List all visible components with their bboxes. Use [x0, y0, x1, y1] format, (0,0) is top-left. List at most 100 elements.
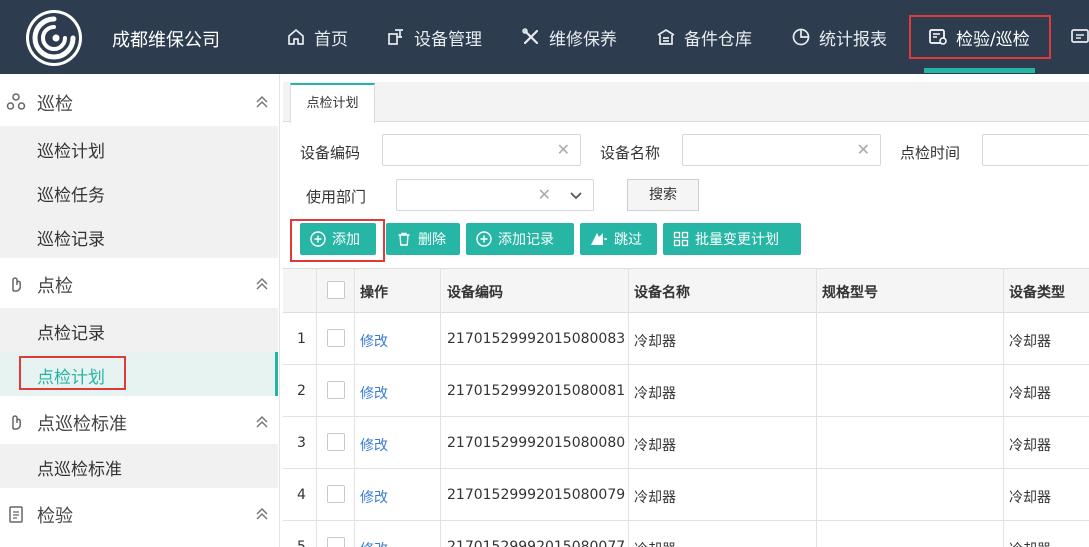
nav-warehouse[interactable]: 备件仓库: [656, 0, 752, 74]
device-name-input[interactable]: ✕: [682, 134, 881, 166]
skip-button[interactable]: 跳过: [580, 223, 657, 255]
column-divider: [316, 269, 317, 547]
clear-icon[interactable]: ✕: [538, 185, 551, 204]
edit-link[interactable]: 修改: [360, 331, 388, 351]
check-time-input[interactable]: [982, 134, 1089, 166]
cell-name: 冷却器: [634, 386, 676, 402]
equipment-icon: [388, 29, 403, 45]
search-button[interactable]: 搜索: [627, 179, 699, 211]
edit-link[interactable]: 修改: [360, 435, 388, 455]
sidebar-section-patrol[interactable]: 巡检: [0, 76, 278, 128]
cell-code: 21701529992015080077: [447, 539, 626, 547]
nav-maintenance[interactable]: 维修保养: [521, 0, 617, 74]
warehouse-icon: [657, 28, 675, 45]
tab-spot-plan[interactable]: 点检计划: [290, 83, 375, 123]
chevron-up-icon: [256, 277, 268, 290]
tab-bar: 点检计划: [283, 82, 1089, 123]
nav-inspection-label: 检验/巡检: [956, 29, 1030, 50]
row-checkbox[interactable]: [327, 485, 345, 503]
edit-link[interactable]: 修改: [360, 383, 388, 403]
row-index: 2: [297, 383, 306, 399]
chevron-up-icon: [256, 95, 268, 108]
spot-check-icon: [12, 277, 21, 292]
clear-icon[interactable]: ✕: [857, 140, 870, 159]
edit-link[interactable]: 修改: [360, 539, 388, 547]
add-button[interactable]: 添加: [300, 223, 376, 255]
sidebar-item-patrol-record[interactable]: 巡检记录: [0, 214, 278, 258]
cell-code: 21701529992015080079: [447, 487, 626, 503]
cell-code: 21701529992015080081: [447, 383, 626, 399]
cell-type: 冷却器: [1009, 386, 1051, 402]
standard-icon: [12, 415, 21, 430]
home-icon: [288, 29, 304, 45]
department-label: 使用部门: [306, 188, 367, 206]
column-header-type[interactable]: 设备类型: [1009, 282, 1065, 302]
nav-reports-label: 统计报表: [819, 29, 887, 50]
sidebar-item-standard[interactable]: 点巡检标准: [0, 444, 278, 488]
cell-type: 冷却器: [1009, 539, 1051, 547]
trash-icon: [398, 232, 410, 246]
grid-icon: [673, 231, 689, 247]
row-checkbox[interactable]: [327, 433, 345, 451]
sidebar-section-title: 点巡检标准: [37, 414, 127, 435]
cell-type: 冷却器: [1009, 438, 1051, 454]
row-checkbox[interactable]: [327, 381, 345, 399]
sidebar-item-patrol-plan[interactable]: 巡检计划: [0, 126, 278, 170]
batch-change-button-label: 批量变更计划: [695, 232, 779, 248]
row-index: 1: [297, 331, 306, 347]
sidebar-item-spot-record[interactable]: 点检记录: [0, 308, 278, 352]
sidebar-section-spot-check[interactable]: 点检: [0, 258, 278, 310]
table-row[interactable]: 1 修改 21701529992015080083 冷却器 冷却器: [283, 313, 1089, 365]
column-header-code[interactable]: 设备编码: [447, 282, 503, 302]
edit-link[interactable]: 修改: [360, 487, 388, 507]
skip-button-label: 跳过: [614, 232, 642, 248]
row-checkbox[interactable]: [327, 329, 345, 347]
table-row[interactable]: 5 修改 21701529992015080077 冷却器 冷却器: [283, 521, 1089, 547]
delete-button[interactable]: 删除: [386, 223, 460, 255]
pie-chart-icon: [792, 28, 810, 46]
cell-code: 21701529992015080083: [447, 331, 626, 347]
device-code-input[interactable]: ✕: [382, 134, 581, 166]
row-checkbox[interactable]: [327, 537, 345, 547]
nav-maintenance-label: 维修保养: [549, 29, 617, 50]
column-header-name[interactable]: 设备名称: [634, 282, 690, 302]
add-button-label: 添加: [332, 232, 360, 248]
nav-reports[interactable]: 统计报表: [791, 0, 887, 74]
column-header-action: 操作: [360, 285, 388, 301]
nav-home[interactable]: 首页: [286, 0, 348, 74]
cell-name: 冷却器: [634, 490, 676, 506]
top-header: 成都维保公司 首页 设备管理 维修保养 备件仓库 统计报表 检验/巡检: [0, 0, 1089, 74]
select-all-checkbox[interactable]: [327, 281, 345, 299]
company-logo: [26, 10, 82, 66]
table-row[interactable]: 2 修改 21701529992015080081 冷却器 冷却器: [283, 365, 1089, 417]
sidebar-section-verification[interactable]: 检验: [0, 488, 278, 540]
chevron-up-icon: [256, 507, 268, 520]
column-header-spec[interactable]: 规格型号: [822, 282, 878, 302]
clear-icon[interactable]: ✕: [557, 140, 570, 159]
company-name: 成都维保公司: [112, 30, 220, 51]
delete-button-label: 删除: [418, 232, 446, 248]
nav-more[interactable]: [1070, 0, 1089, 74]
nav-equipment-label: 设备管理: [414, 29, 482, 50]
table-row[interactable]: 4 修改 21701529992015080079 冷却器 冷却器: [283, 469, 1089, 521]
sidebar-item-label: 巡检记录: [37, 230, 105, 250]
batch-change-button[interactable]: 批量变更计划: [663, 223, 801, 255]
add-record-button[interactable]: 添加记录: [466, 223, 574, 255]
cell-name: 冷却器: [634, 438, 676, 454]
column-divider: [1003, 269, 1004, 547]
cell-type: 冷却器: [1009, 334, 1051, 350]
table-row[interactable]: 3 修改 21701529992015080080 冷却器 冷却器: [283, 417, 1089, 469]
column-divider: [440, 269, 441, 547]
sidebar-item-spot-plan[interactable]: 点检计划: [0, 352, 278, 396]
sidebar-item-patrol-task[interactable]: 巡检任务: [0, 170, 278, 214]
cell-type: 冷却器: [1009, 490, 1051, 506]
nav-home-label: 首页: [314, 29, 348, 50]
nav-equipment[interactable]: 设备管理: [386, 0, 482, 74]
sidebar-section-standard[interactable]: 点巡检标准: [0, 396, 278, 448]
sidebar-section-title: 巡检: [37, 94, 73, 115]
column-divider: [816, 269, 817, 547]
nav-inspection[interactable]: 检验/巡检: [928, 0, 1030, 74]
skip-icon: [591, 233, 607, 245]
device-code-label: 设备编码: [300, 144, 361, 162]
department-select[interactable]: ✕: [396, 179, 594, 211]
